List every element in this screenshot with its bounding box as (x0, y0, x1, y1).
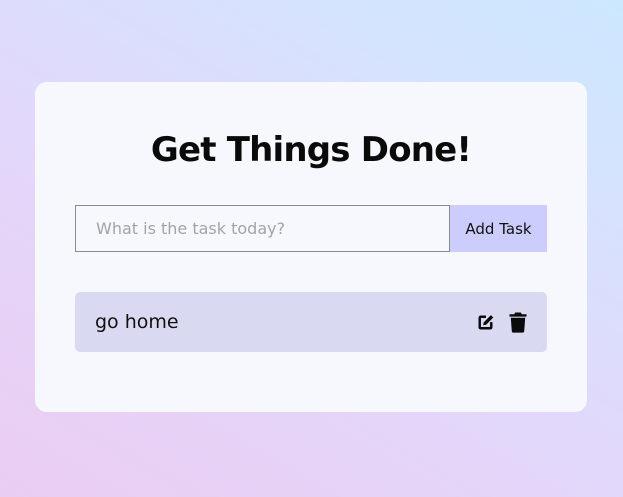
page-title: Get Things Done! (150, 130, 472, 170)
edit-icon[interactable] (475, 312, 496, 333)
todo-text[interactable]: go home (95, 310, 179, 334)
todo-item: go home (75, 292, 547, 352)
trash-icon[interactable] (509, 312, 527, 333)
todo-card: Get Things Done! Add Task go home (35, 82, 587, 412)
task-input[interactable] (75, 205, 450, 252)
add-task-button[interactable]: Add Task (450, 205, 547, 252)
